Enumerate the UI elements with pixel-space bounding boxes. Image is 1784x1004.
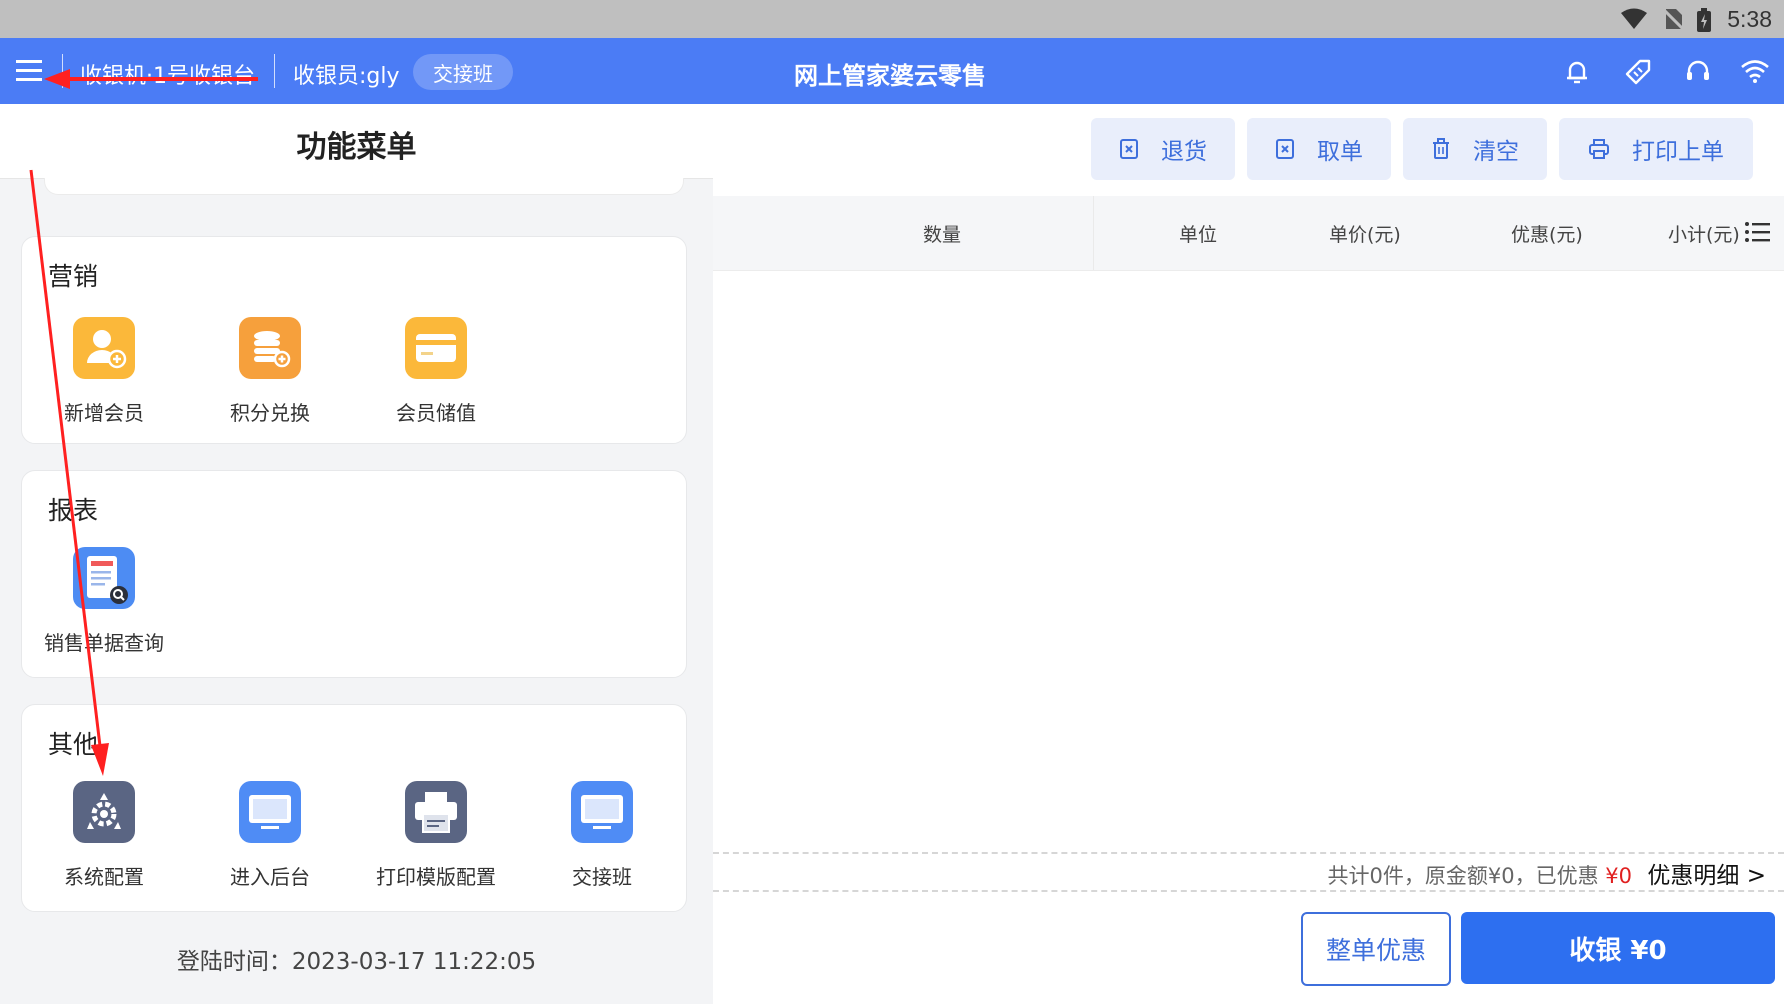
return-icon (1120, 139, 1138, 159)
section-title: 营销 (48, 262, 99, 291)
clear-label: 清空 (1473, 139, 1519, 165)
order-table-header: 数量 单位 单价(元) 优惠(元) 小计(元) (713, 196, 1784, 271)
points-exchange-icon (239, 317, 301, 379)
menu-item-add-member[interactable]: 新增会员 (34, 317, 174, 426)
function-menu-header: 功能菜单 (0, 104, 713, 179)
take-order-label: 取单 (1317, 139, 1363, 165)
column-settings-list-icon[interactable] (1744, 220, 1772, 244)
system-config-icon (73, 781, 135, 843)
take-order-button[interactable]: 取单 (1247, 118, 1391, 180)
member-card-icon (405, 317, 467, 379)
divider (62, 54, 63, 88)
menu-item-label: 系统配置 (64, 865, 144, 889)
menu-item-label: 进入后台 (230, 865, 310, 889)
app-title: 网上管家婆云零售 (794, 62, 986, 90)
print-last-order-button[interactable]: 打印上单 (1559, 118, 1753, 180)
column-header-quantity: 数量 (923, 224, 962, 246)
column-divider (1093, 196, 1094, 270)
take-order-icon (1276, 139, 1294, 159)
menu-item-label: 销售单据查询 (44, 631, 164, 655)
menu-item-system-config[interactable]: 系统配置 (34, 781, 174, 890)
menu-item-shift-handover[interactable]: 交接班 (532, 781, 672, 890)
collapsed-card (44, 178, 684, 195)
print-last-order-label: 打印上单 (1632, 139, 1724, 165)
column-header-unit: 单位 (1179, 224, 1218, 246)
menu-item-label: 会员储值 (396, 401, 476, 425)
register-name: 收银机·1号收银台 (80, 64, 255, 89)
divider (274, 54, 275, 88)
dashed-divider (713, 852, 1784, 854)
hamburger-menu-icon[interactable] (14, 56, 46, 86)
battery-icon (1697, 8, 1711, 32)
tag-icon[interactable] (1624, 58, 1652, 86)
menu-item-points-exchange[interactable]: 积分兑换 (200, 317, 340, 426)
column-header-unit-price: 单价(元) (1329, 224, 1401, 246)
menu-item-sales-receipt-query[interactable]: 销售单据查询 (34, 547, 174, 656)
menu-item-label: 新增会员 (64, 401, 144, 425)
app-top-bar: 收银机·1号收银台 收银员:gly 交接班 网上管家婆云零售 (0, 38, 1784, 104)
order-summary: 共计0件，原金额¥0，已优惠 ¥0 (1327, 860, 1632, 890)
android-status-bar: 5:38 (0, 0, 1784, 38)
sales-order-panel: 退货 取单 清空 打印上单 数量 单位 单价(元) 优惠(元) 小计(元) 共计… (713, 104, 1784, 1004)
menu-item-print-template-config[interactable]: 打印模版配置 (366, 781, 506, 890)
dashed-divider (713, 890, 1784, 892)
printer-icon (405, 781, 467, 843)
no-sim-icon (1662, 8, 1684, 30)
cashier-name: 收银员:gly (293, 64, 400, 89)
wifi-icon (1741, 60, 1769, 83)
bell-icon[interactable] (1563, 58, 1591, 86)
headset-icon[interactable] (1684, 58, 1712, 86)
order-summary-text: 共计0件，原金额¥0，已优惠 (1327, 864, 1599, 888)
menu-item-member-stored-value[interactable]: 会员储值 (366, 317, 506, 426)
section-title: 其他 (48, 730, 99, 759)
trash-icon (1433, 138, 1449, 159)
return-button[interactable]: 退货 (1091, 118, 1235, 180)
clear-button[interactable]: 清空 (1403, 118, 1547, 180)
column-header-discount: 优惠(元) (1511, 224, 1583, 246)
section-marketing: 营销 新增会员 积分兑换 会员储值 (21, 236, 687, 444)
whole-order-discount-button[interactable]: 整单优惠 (1301, 912, 1451, 986)
wifi-icon (1621, 8, 1647, 29)
login-time: 登陆时间：2023-03-17 11:22:05 (176, 949, 537, 975)
shift-handover-button[interactable]: 交接班 (413, 54, 513, 90)
discount-detail-link[interactable]: 优惠明细 > (1647, 856, 1766, 890)
printer-icon (1589, 139, 1609, 159)
discount-amount: ¥0 (1605, 864, 1632, 888)
function-menu-panel: 功能菜单 营销 新增会员 积分兑换 会员储值 报表 销售单据查询 其他 系统配置… (0, 104, 713, 1004)
section-other: 其他 系统配置 进入后台 打印模版配置 交接班 (21, 704, 687, 912)
shift-monitor-icon (571, 781, 633, 843)
checkout-button[interactable]: 收银 ¥0 (1461, 912, 1775, 984)
menu-item-label: 交接班 (572, 865, 632, 889)
sales-receipt-search-icon (73, 547, 135, 609)
menu-item-label: 积分兑换 (230, 401, 310, 425)
backend-monitor-icon (239, 781, 301, 843)
column-header-subtotal: 小计(元) (1668, 224, 1740, 246)
clock: 5:38 (1727, 6, 1772, 32)
section-reports: 报表 销售单据查询 (21, 470, 687, 678)
section-title: 报表 (48, 496, 99, 525)
return-label: 退货 (1161, 139, 1207, 165)
menu-item-enter-backend[interactable]: 进入后台 (200, 781, 340, 890)
function-menu-title: 功能菜单 (296, 130, 417, 165)
menu-item-label: 打印模版配置 (376, 865, 496, 889)
add-member-icon (73, 317, 135, 379)
